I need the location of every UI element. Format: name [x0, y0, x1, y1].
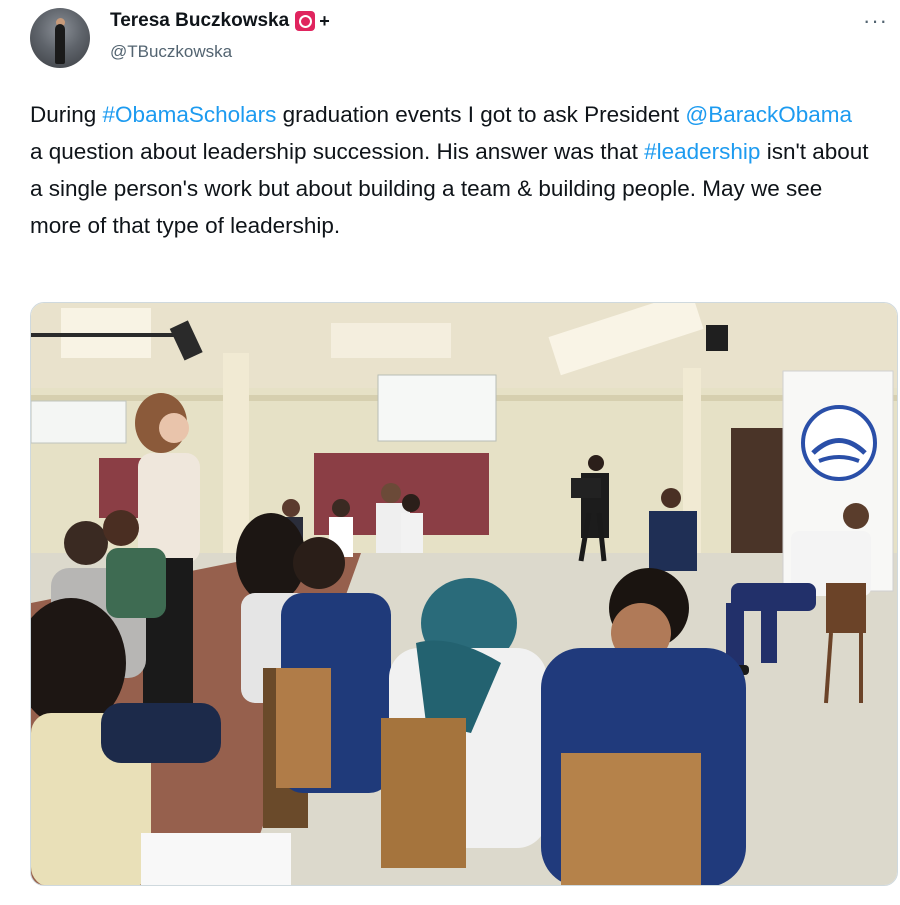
- tweet-text-segment: During: [30, 102, 103, 127]
- pillar: [223, 353, 249, 553]
- more-icon[interactable]: ···: [863, 8, 888, 34]
- window: [31, 400, 127, 444]
- avatar[interactable]: [30, 8, 90, 68]
- partition: [99, 458, 144, 518]
- window: [377, 374, 497, 442]
- user-handle[interactable]: @TBuczkowska: [110, 42, 232, 62]
- photo-scene: [31, 303, 897, 885]
- display-name[interactable]: Teresa Buczkowska: [110, 10, 289, 32]
- avatar-figure: [55, 24, 65, 64]
- hashtag-link[interactable]: #ObamaScholars: [103, 102, 277, 127]
- author-row: Teresa Buczkowska +: [110, 10, 330, 32]
- mention-link[interactable]: @BarackObama: [685, 102, 852, 127]
- ceiling-light: [331, 323, 451, 358]
- tweet-text-segment: a question about leadership succession. …: [30, 139, 645, 164]
- tweet-text: During #ObamaScholars graduation events …: [30, 96, 870, 244]
- affiliate-badge-icon[interactable]: [295, 11, 316, 31]
- tweet-photo[interactable]: [30, 302, 898, 886]
- hashtag-link[interactable]: #leadership: [644, 139, 760, 164]
- speaker-box: [706, 325, 728, 351]
- badge-suffix: +: [319, 10, 330, 31]
- tweet-text-segment: graduation events I got to ask President: [276, 102, 686, 127]
